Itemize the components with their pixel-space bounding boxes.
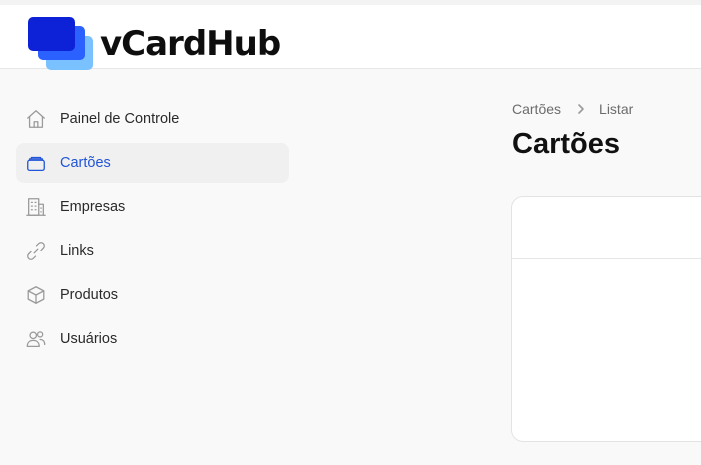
sidebar-item-label: Painel de Controle (60, 111, 180, 127)
sidebar-item-painel-de-controle[interactable]: Painel de Controle (16, 99, 289, 139)
content-card (511, 196, 701, 442)
page-title: Cartões (512, 128, 620, 160)
chevron-right-icon (575, 103, 587, 115)
breadcrumb: Cartões Listar (512, 101, 633, 117)
sidebar-item-label: Cartões (60, 155, 111, 171)
app-name: vCardHub (100, 24, 281, 64)
home-icon (24, 107, 48, 131)
breadcrumb-item-cartoes[interactable]: Cartões (512, 101, 561, 117)
cube-icon (24, 283, 48, 307)
link-icon (24, 239, 48, 263)
sidebar-item-usuarios[interactable]: Usuários (16, 319, 289, 359)
sidebar-item-produtos[interactable]: Produtos (16, 275, 289, 315)
card-divider (512, 258, 701, 259)
logo-mark-icon (28, 12, 94, 70)
breadcrumb-item-listar: Listar (599, 101, 634, 117)
sidebar-item-empresas[interactable]: Empresas (16, 187, 289, 227)
sidebar-item-cartoes[interactable]: Cartões (16, 143, 289, 183)
building-icon (24, 195, 48, 219)
sidebar: Painel de Controle Cartões Empresas Link… (16, 99, 289, 363)
cards-icon (24, 151, 48, 175)
sidebar-item-label: Empresas (60, 199, 126, 215)
app-header: vCardHub (0, 5, 701, 70)
sidebar-item-links[interactable]: Links (16, 231, 289, 271)
sidebar-item-label: Links (60, 243, 94, 259)
app-logo[interactable]: vCardHub (28, 12, 281, 70)
sidebar-item-label: Produtos (60, 287, 119, 303)
users-icon (24, 327, 48, 351)
sidebar-item-label: Usuários (60, 331, 118, 347)
